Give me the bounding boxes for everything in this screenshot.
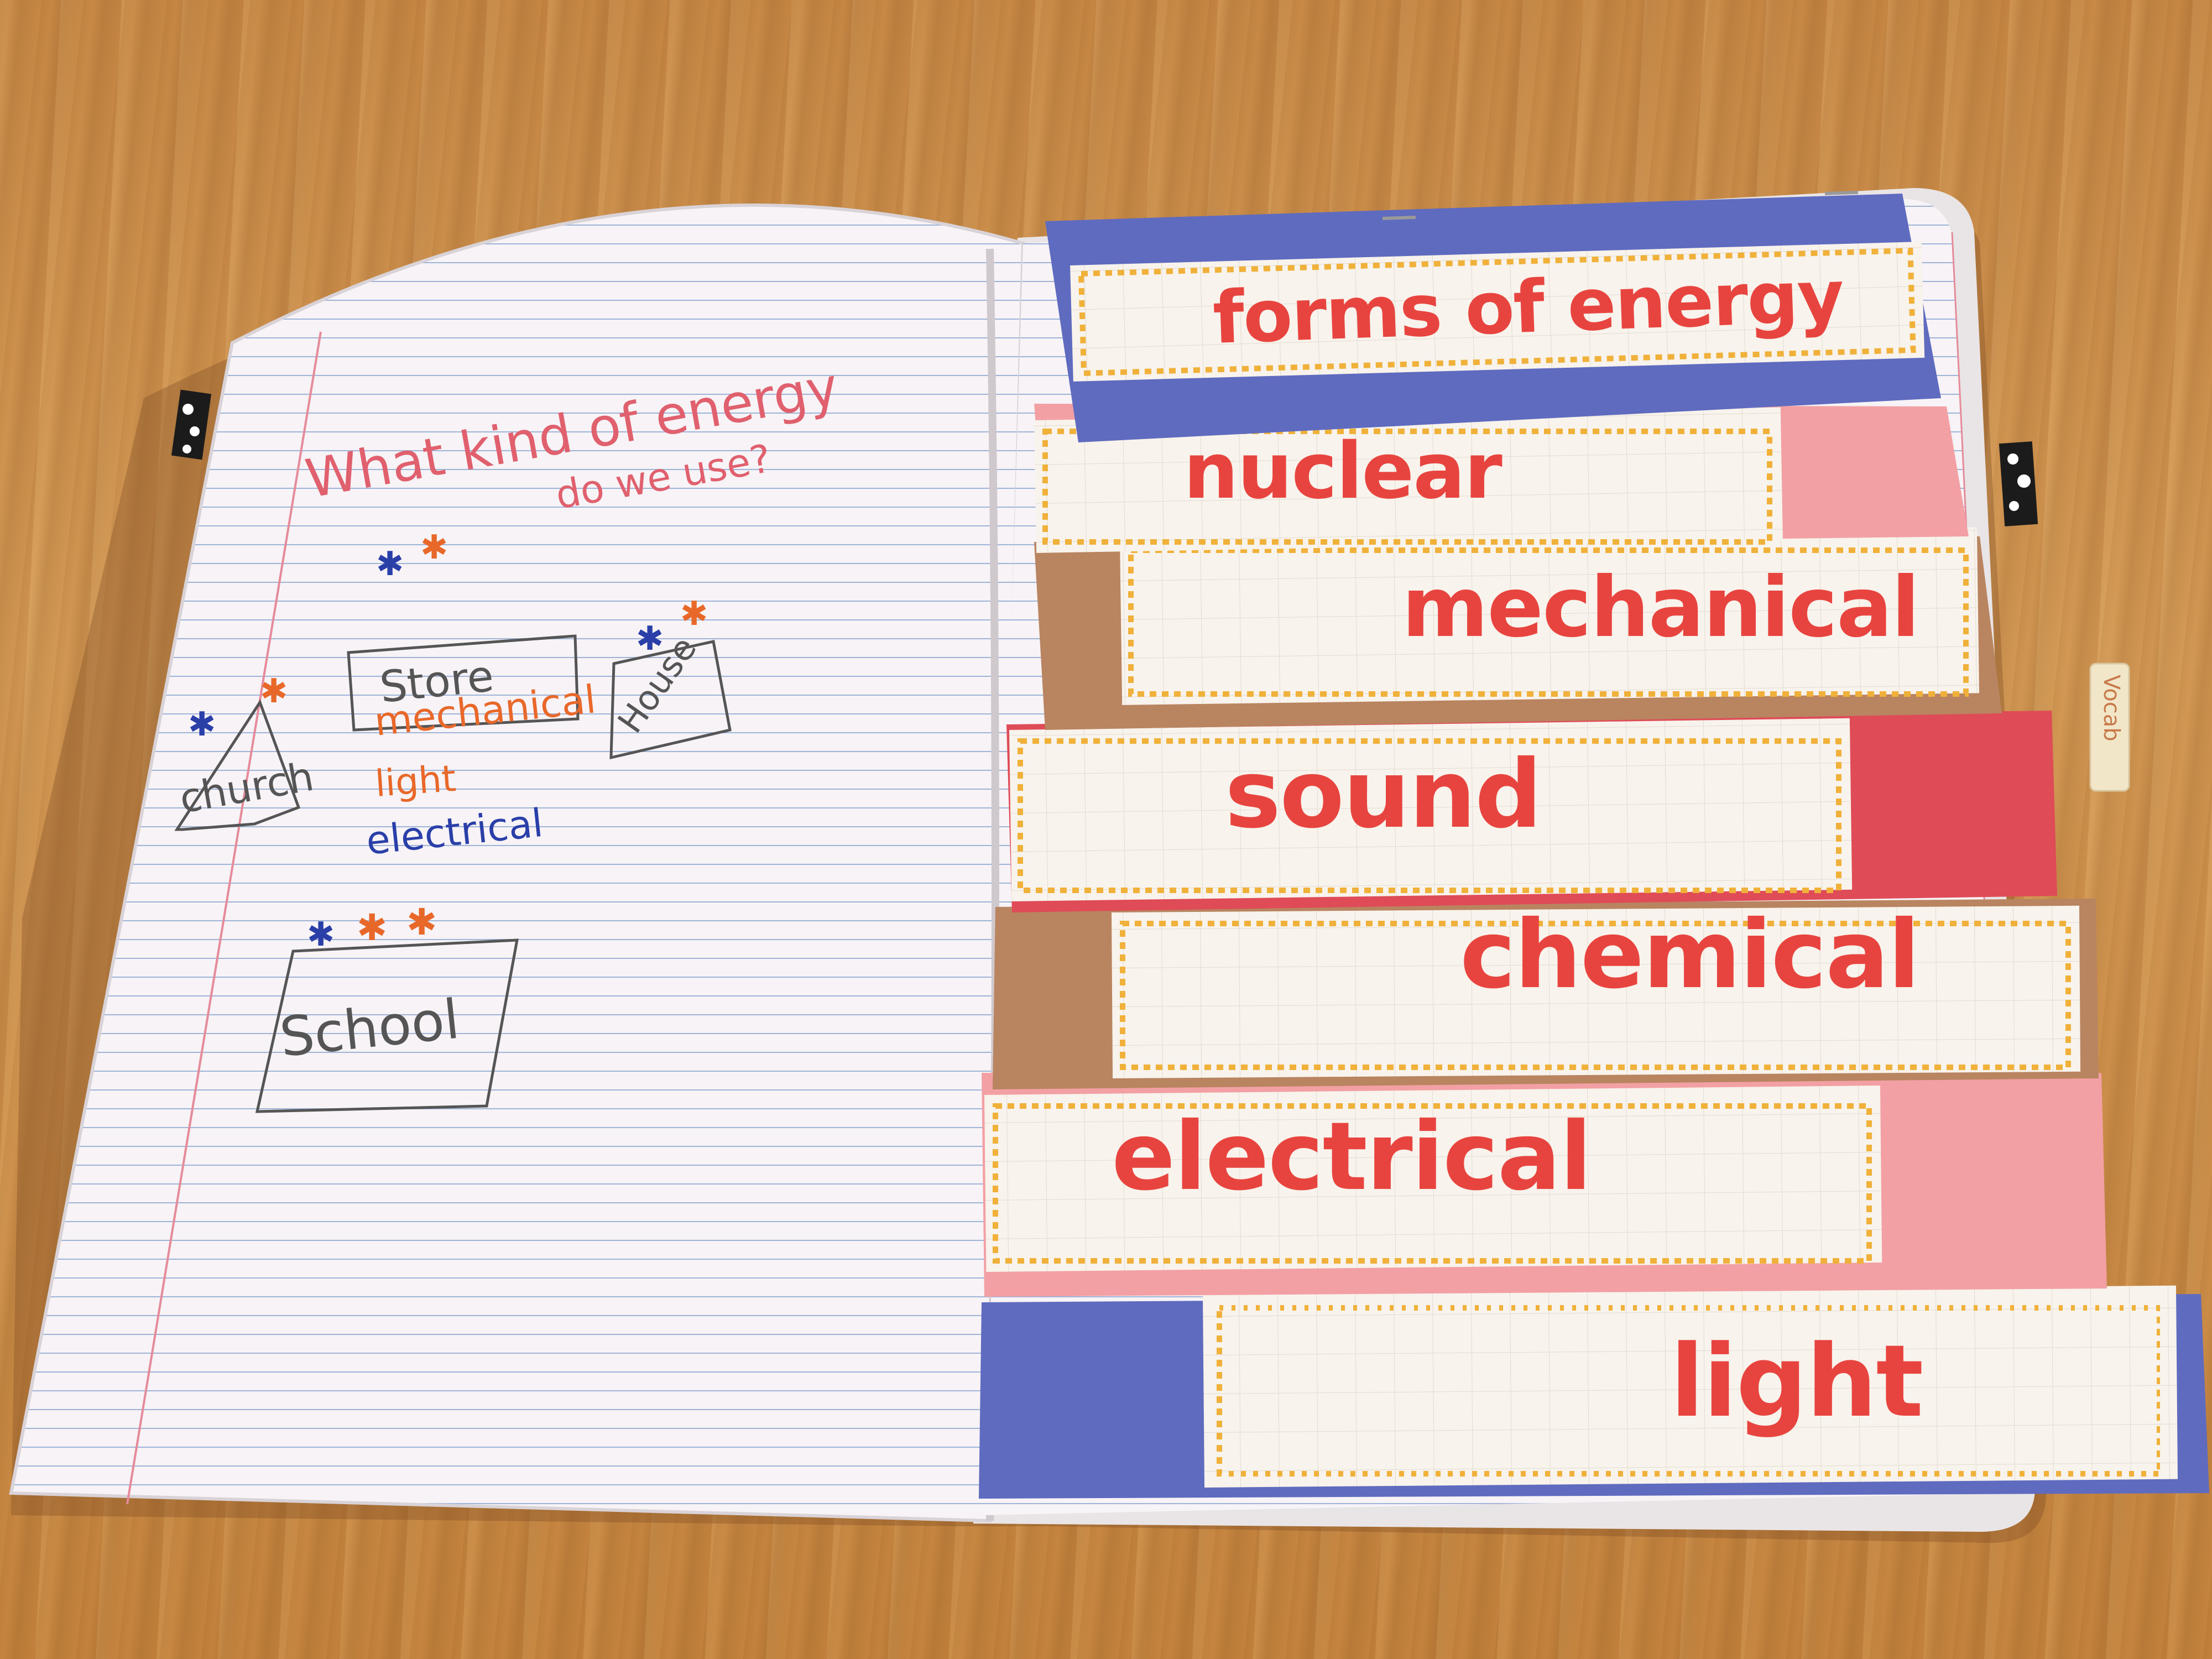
flap-label-chemical: chemical <box>1460 900 1919 1010</box>
flap-label-light: light <box>1670 1324 1922 1439</box>
flap-label-electrical: electrical <box>1112 1102 1591 1212</box>
star-icon: ✱ <box>680 595 708 632</box>
right-clip <box>1999 441 2038 526</box>
flap-chemical[interactable]: chemical <box>993 899 2099 1089</box>
star-icon: ✱ <box>406 901 437 942</box>
star-icon: ✱ <box>307 916 335 953</box>
star-icon: ✱ <box>420 529 448 566</box>
flap-sound[interactable]: sound <box>1006 711 2057 912</box>
star-icon: ✱ <box>357 907 387 948</box>
vocab-side-tab-label: Vocab <box>2099 675 2124 742</box>
star-icon: ✱ <box>260 672 288 709</box>
flap-label-nuclear: nuclear <box>1183 426 1503 517</box>
staple <box>1824 191 1859 195</box>
star-icon: ✱ <box>188 706 216 743</box>
star-icon: ✱ <box>636 620 664 657</box>
flap-electrical[interactable]: electrical <box>982 1073 2107 1297</box>
notebook-photo: What kind of energy do we use? Store ✱ ✱… <box>9 188 2209 1543</box>
staple <box>1382 216 1416 220</box>
flap-light[interactable]: light <box>979 1285 2209 1499</box>
energy-word-light: light <box>374 757 457 805</box>
flap-label-mechanical: mechanical <box>1402 560 1919 656</box>
flap-header[interactable]: forms of energy <box>1045 191 1941 442</box>
flap-label-sound: sound <box>1225 740 1541 849</box>
star-icon: ✱ <box>376 545 404 582</box>
flap-mechanical[interactable]: mechanical <box>1034 527 2002 730</box>
